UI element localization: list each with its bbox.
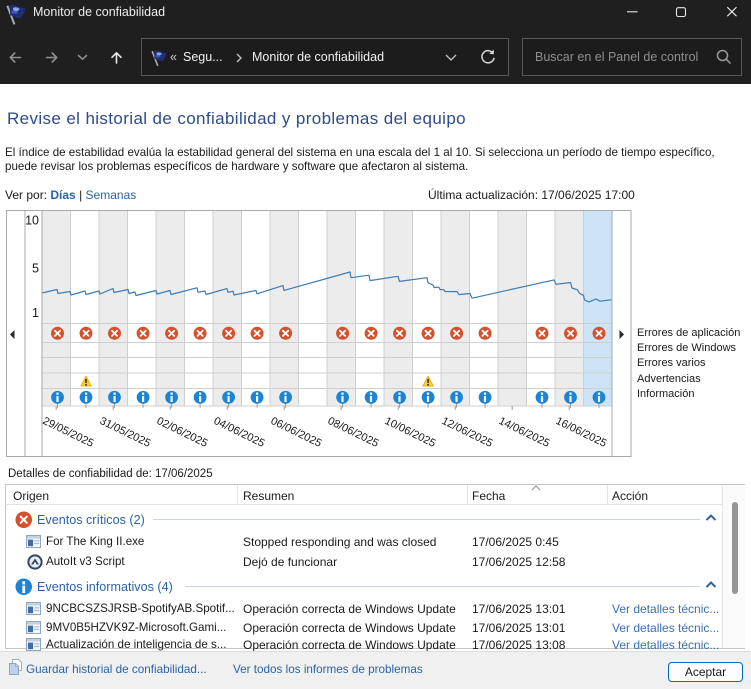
svg-text:5: 5 xyxy=(32,262,39,276)
svg-text:1: 1 xyxy=(32,306,39,320)
svg-text:10: 10 xyxy=(25,214,39,228)
